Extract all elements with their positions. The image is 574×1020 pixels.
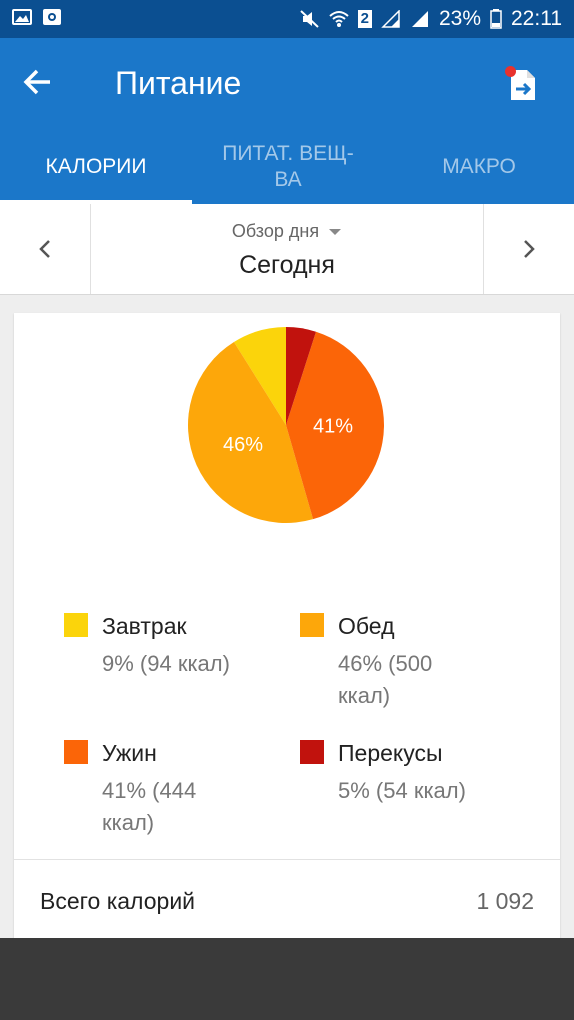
notification-dot xyxy=(505,66,516,77)
legend-swatch xyxy=(64,613,88,637)
tab-calories[interactable]: КАЛОРИИ xyxy=(0,130,192,204)
gallery-icon xyxy=(12,9,32,25)
calories-card: 46% 41% Завтрак 9% (94 ккал) Обед 46% (50… xyxy=(14,313,560,953)
status-bar: 2 23% 22:11 xyxy=(0,0,574,38)
dropdown-arrow-icon xyxy=(329,229,342,235)
tab-nutrients[interactable]: ПИТАТ. ВЕЩ- ВА xyxy=(192,130,384,204)
camera-icon xyxy=(43,9,61,25)
divider xyxy=(14,859,560,860)
signal-icon-2 xyxy=(411,11,428,27)
wifi-icon xyxy=(328,11,349,27)
battery-icon xyxy=(490,9,502,29)
battery-percent: 23% xyxy=(438,7,481,30)
total-calories-value: 1 092 xyxy=(476,888,534,914)
sim-badge: 2 xyxy=(357,10,372,28)
total-calories-label: Всего калорий xyxy=(40,888,196,914)
pie-slice-label-2: 41% xyxy=(313,416,353,438)
next-day-button[interactable] xyxy=(483,204,574,294)
arrow-left-icon xyxy=(23,69,50,95)
previous-day-button[interactable] xyxy=(0,204,91,294)
day-picker[interactable]: Обзор дня Сегодня xyxy=(91,204,483,294)
back-button[interactable] xyxy=(18,62,58,102)
app-bar: Питание xyxy=(0,38,574,130)
clock: 22:11 xyxy=(511,7,562,30)
legend-swatch xyxy=(300,613,324,637)
mute-icon xyxy=(299,10,319,28)
day-selector: Обзор дня Сегодня xyxy=(0,204,574,295)
tab-macros[interactable]: МАКРО xyxy=(384,130,574,204)
chevron-left-icon xyxy=(39,240,50,258)
chevron-right-icon xyxy=(524,240,535,258)
legend-swatch xyxy=(300,740,324,764)
day-overview-label: Обзор дня xyxy=(91,221,483,242)
system-nav-bar xyxy=(0,938,574,1020)
calories-pie-chart: 46% 41% xyxy=(188,327,384,523)
tab-bar: КАЛОРИИ ПИТАТ. ВЕЩ- ВА МАКРО xyxy=(0,130,574,204)
page-title: Питание xyxy=(115,65,242,101)
legend-swatch xyxy=(64,740,88,764)
signal-icon xyxy=(381,10,400,28)
export-button[interactable] xyxy=(505,64,541,104)
pie-slice-label-1: 46% xyxy=(223,434,263,456)
selected-day: Сегодня xyxy=(239,251,335,279)
